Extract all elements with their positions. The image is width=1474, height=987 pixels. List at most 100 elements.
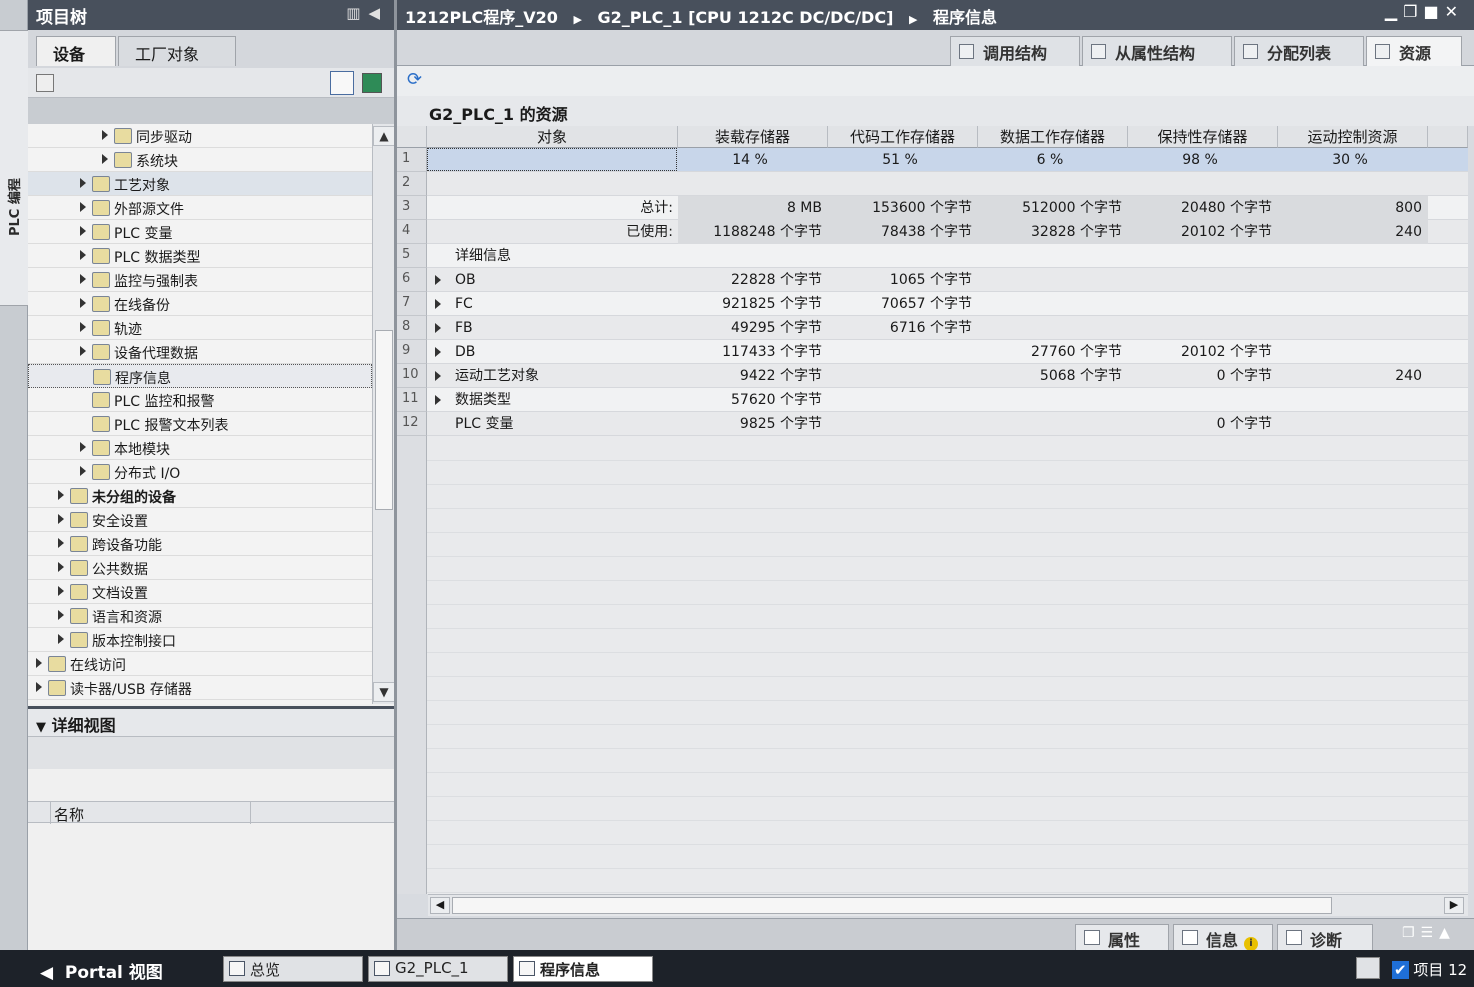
breadcrumb-project[interactable]: 1212PLC程序_V20 bbox=[405, 8, 558, 27]
expand-arrow-icon[interactable] bbox=[58, 634, 64, 644]
table-row[interactable]: FC 921825 个字节 70657 个字节 bbox=[427, 292, 1468, 316]
tree-item[interactable]: 外部源文件 bbox=[28, 196, 372, 220]
tree-item[interactable]: 公共数据 bbox=[28, 556, 372, 580]
table-row[interactable] bbox=[427, 172, 1468, 196]
tab-properties[interactable]: 属性 bbox=[1075, 924, 1169, 951]
scroll-right-icon[interactable]: ▶ bbox=[1444, 897, 1464, 914]
column-header[interactable]: 数据工作存储器 bbox=[978, 126, 1128, 148]
row-number[interactable]: 3 bbox=[397, 196, 427, 220]
tree-item[interactable]: 系统块 bbox=[28, 148, 372, 172]
table-row[interactable]: 详细信息 bbox=[427, 244, 1468, 268]
plc-programming-side-tab[interactable]: PLC 编程 bbox=[0, 0, 28, 950]
expand-arrow-icon[interactable] bbox=[80, 322, 86, 332]
minimize-icon[interactable]: ▁ bbox=[1385, 2, 1403, 21]
tree-item[interactable]: 本地模块 bbox=[28, 436, 372, 460]
device-view-icon[interactable] bbox=[36, 74, 54, 92]
row-number[interactable]: 9 bbox=[397, 340, 427, 364]
tab-devices[interactable]: 设备 bbox=[36, 36, 116, 66]
expand-arrow-icon[interactable] bbox=[36, 658, 42, 668]
tree-item[interactable]: 工艺对象 bbox=[28, 172, 372, 196]
tree-item[interactable]: PLC 报警文本列表 bbox=[28, 412, 372, 436]
tree-item[interactable]: 未分组的设备 bbox=[28, 484, 372, 508]
portal-view-button[interactable]: ◀ Portal 视图 bbox=[40, 958, 163, 983]
tree-item[interactable]: 监控与强制表 bbox=[28, 268, 372, 292]
expand-arrow-icon[interactable] bbox=[435, 347, 441, 357]
table-row[interactable]: OB 22828 个字节 1065 个字节 bbox=[427, 268, 1468, 292]
task-g2-plc[interactable]: G2_PLC_1 bbox=[368, 956, 508, 982]
tree-item[interactable]: 分布式 I/O bbox=[28, 460, 372, 484]
project-status[interactable]: ✔ 项目 12 bbox=[1392, 959, 1467, 980]
scroll-up-icon[interactable]: ▲ bbox=[373, 126, 395, 146]
row-number[interactable]: 7 bbox=[397, 292, 427, 316]
expand-arrow-icon[interactable] bbox=[58, 490, 64, 500]
column-header[interactable]: 运动控制资源 bbox=[1278, 126, 1428, 148]
close-icon[interactable]: ✕ bbox=[1445, 2, 1464, 21]
table-row[interactable]: 数据类型 57620 个字节 bbox=[427, 388, 1468, 412]
tab-diagnostics[interactable]: 诊断 bbox=[1277, 924, 1373, 951]
row-number[interactable]: 1 bbox=[397, 148, 427, 172]
tab-assignment-list[interactable]: 分配列表 bbox=[1234, 36, 1364, 66]
column-header[interactable]: 代码工作存储器 bbox=[828, 126, 978, 148]
panel-layout-icon[interactable]: ❐☰▲ bbox=[1402, 925, 1456, 941]
tab-plant-objects[interactable]: 工厂对象 bbox=[118, 36, 236, 66]
expand-arrow-icon[interactable] bbox=[58, 610, 64, 620]
tab-resources[interactable]: 资源 bbox=[1366, 36, 1462, 67]
tab-dependency-structure[interactable]: 从属性结构 bbox=[1082, 36, 1232, 66]
name-column-header[interactable]: 名称 bbox=[54, 804, 84, 825]
table-row[interactable]: 已使用: 1188248 个字节 78438 个字节 32828 个字节 20102 个… bbox=[427, 220, 1468, 244]
expand-arrow-icon[interactable] bbox=[80, 466, 86, 476]
show-status-icon[interactable] bbox=[1356, 957, 1380, 979]
collapse-left-icon[interactable]: ◀ bbox=[368, 4, 388, 22]
tree-item[interactable]: PLC 数据类型 bbox=[28, 244, 372, 268]
chevron-down-icon[interactable]: ▼ bbox=[36, 720, 46, 735]
row-number[interactable]: 5 bbox=[397, 244, 427, 268]
expand-arrow-icon[interactable] bbox=[58, 586, 64, 596]
table-row[interactable]: 14 % 51 % 6 % 98 % 30 % bbox=[427, 148, 1468, 172]
row-number[interactable]: 4 bbox=[397, 220, 427, 244]
expand-arrow-icon[interactable] bbox=[80, 298, 86, 308]
scroll-left-icon[interactable]: ◀ bbox=[430, 897, 450, 914]
list-view-icon[interactable] bbox=[330, 71, 354, 95]
expand-arrow-icon[interactable] bbox=[58, 562, 64, 572]
task-overview[interactable]: 总览 bbox=[223, 956, 363, 982]
table-row[interactable]: FB 49295 个字节 6716 个字节 bbox=[427, 316, 1468, 340]
tree-item[interactable]: 同步驱动 bbox=[28, 124, 372, 148]
row-number[interactable]: 8 bbox=[397, 316, 427, 340]
expand-arrow-icon[interactable] bbox=[58, 514, 64, 524]
expand-arrow-icon[interactable] bbox=[435, 275, 441, 285]
horizontal-scroll-thumb[interactable] bbox=[452, 897, 1332, 914]
column-header[interactable]: 装载存储器 bbox=[678, 126, 828, 148]
expand-arrow-icon[interactable] bbox=[435, 371, 441, 381]
expand-arrow-icon[interactable] bbox=[80, 226, 86, 236]
expand-arrow-icon[interactable] bbox=[435, 299, 441, 309]
breadcrumb-program-info[interactable]: 程序信息 bbox=[933, 8, 997, 27]
column-header[interactable]: 保持性存储器 bbox=[1128, 126, 1278, 148]
tree-item[interactable]: 设备代理数据 bbox=[28, 340, 372, 364]
expand-arrow-icon[interactable] bbox=[102, 154, 108, 164]
tree-item[interactable]: 跨设备功能 bbox=[28, 532, 372, 556]
expand-arrow-icon[interactable] bbox=[80, 202, 86, 212]
tree-item[interactable]: 语言和资源 bbox=[28, 604, 372, 628]
expand-arrow-icon[interactable] bbox=[58, 538, 64, 548]
expand-arrow-icon[interactable] bbox=[80, 346, 86, 356]
tree-item[interactable]: 在线访问 bbox=[28, 652, 372, 676]
scroll-thumb[interactable] bbox=[375, 330, 393, 510]
tree-item[interactable]: 读卡器/USB 存储器 bbox=[28, 676, 372, 700]
row-number[interactable]: 11 bbox=[397, 388, 427, 412]
task-program-info[interactable]: 程序信息 bbox=[513, 956, 653, 982]
tree-item[interactable]: PLC 变量 bbox=[28, 220, 372, 244]
refresh-icon[interactable]: ⟳ bbox=[407, 69, 422, 90]
column-header[interactable]: 对象 bbox=[427, 126, 678, 148]
tab-info[interactable]: 信息 i bbox=[1173, 924, 1273, 951]
export-icon[interactable] bbox=[362, 73, 382, 93]
table-row[interactable]: 运动工艺对象 9422 个字节 5068 个字节 0 个字节 240 bbox=[427, 364, 1468, 388]
restore-icon[interactable]: ❐ bbox=[1403, 2, 1423, 21]
tab-call-structure[interactable]: 调用结构 bbox=[950, 36, 1080, 66]
tree-item[interactable]: 安全设置 bbox=[28, 508, 372, 532]
table-row[interactable]: DB 117433 个字节 27760 个字节 20102 个字节 bbox=[427, 340, 1468, 364]
expand-arrow-icon[interactable] bbox=[102, 130, 108, 140]
expand-arrow-icon[interactable] bbox=[80, 274, 86, 284]
breadcrumb-device[interactable]: G2_PLC_1 [CPU 1212C DC/DC/DC] bbox=[597, 8, 893, 27]
tree-item[interactable]: 程序信息 bbox=[28, 364, 372, 388]
expand-arrow-icon[interactable] bbox=[36, 682, 42, 692]
